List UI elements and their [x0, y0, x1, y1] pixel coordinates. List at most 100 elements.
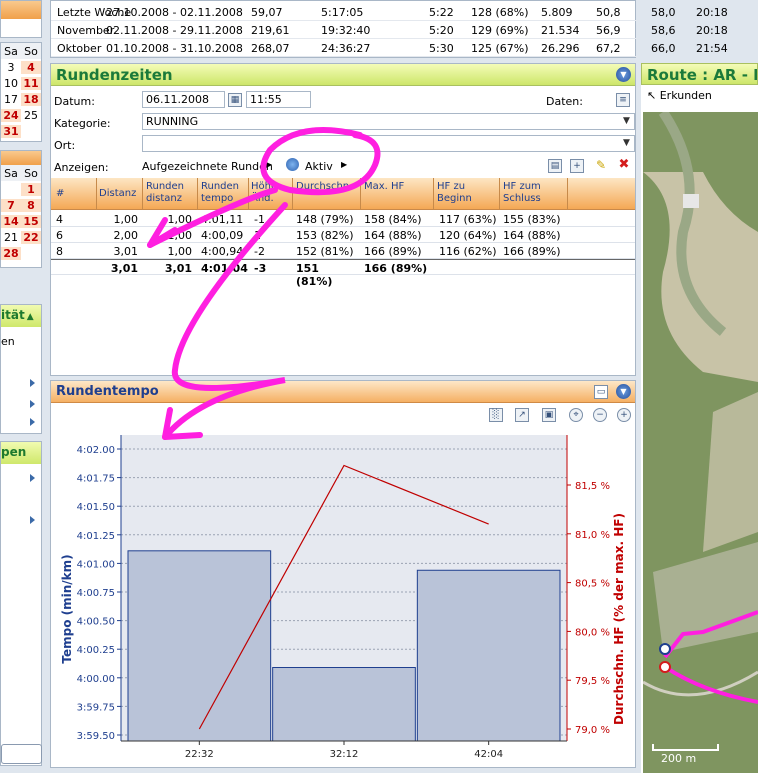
y-tick-label: 4:02.00: [77, 445, 115, 456]
calendar-day[interactable]: 10: [1, 77, 21, 90]
calendar-day[interactable]: 4: [21, 60, 41, 74]
calendar-day[interactable]: 15: [21, 214, 41, 228]
lap-cell: 164 (88%): [364, 229, 422, 242]
category-dropdown[interactable]: RUNNING: [142, 113, 635, 130]
activity-panel: ität ▲ en: [0, 304, 42, 434]
panel-menu-icon[interactable]: ▼: [616, 67, 631, 82]
tempo-bar[interactable]: [127, 550, 272, 742]
lap-cell: 152 (81%): [296, 245, 354, 258]
calendar-day[interactable]: 7: [1, 198, 21, 212]
lap-tempo-header: Rundentempo ▭ ▼: [51, 381, 635, 403]
expand-arrow-icon[interactable]: [30, 474, 35, 482]
anzeigen-label: Anzeigen:: [54, 161, 109, 174]
col-header[interactable]: Runden tempo: [201, 181, 245, 205]
lap-cell: 117 (63%): [439, 213, 497, 226]
calendar-day[interactable]: 11: [21, 76, 41, 90]
summary-cell-dist: 219,61: [251, 24, 290, 37]
y-tick-label: 4:00.00: [77, 674, 115, 685]
col-header[interactable]: HF zu Beginn: [437, 181, 493, 205]
route-start-marker[interactable]: [659, 643, 671, 655]
recorded-laps-selector[interactable]: Aufgezeichnete Runden: [142, 160, 273, 173]
lap-row[interactable]: 8 3,01 1,00 4:00,94 -2 152 (81%) 166 (89%) 116 …: [51, 243, 635, 259]
col-header[interactable]: Max. HF: [364, 181, 426, 193]
expand-arrow-icon[interactable]: [30, 400, 35, 408]
y2-axis-label: Durchschn. HF (% der max. HF): [612, 513, 626, 725]
col-header[interactable]: HF zum Schluss: [503, 181, 563, 205]
zoom-out-icon[interactable]: −: [593, 408, 607, 422]
grid-toggle-icon[interactable]: ░: [489, 408, 503, 422]
y2-tick-label: 80,5 %: [575, 579, 610, 590]
col-header[interactable]: Runden distanz: [146, 181, 194, 205]
explore-label: Erkunden: [659, 89, 712, 102]
active-selector[interactable]: Aktiv: [305, 160, 333, 173]
chevron-down-icon[interactable]: ▼: [619, 114, 634, 129]
satellite-map[interactable]: 200 m: [643, 112, 758, 773]
breadcrumb-arrow-icon: ▶: [341, 160, 348, 169]
summary-table: Letzte Woche 27.10.2008 - 02.11.2008 59,07…: [50, 0, 728, 58]
panel-menu-icon[interactable]: ▼: [616, 384, 631, 399]
activity-panel-header[interactable]: ität ▲: [1, 305, 41, 327]
route-end-marker[interactable]: [659, 661, 671, 673]
summary-cell-hf: 125 (67%): [471, 42, 529, 55]
activity-item[interactable]: en: [1, 327, 41, 348]
calendar-day[interactable]: 24: [1, 108, 21, 122]
window-icon[interactable]: ▭: [594, 385, 608, 399]
tempo-bar[interactable]: [272, 667, 416, 742]
expand-arrow-icon[interactable]: [30, 418, 35, 426]
calendar-day[interactable]: 3: [1, 61, 21, 74]
calendar-day[interactable]: 25: [21, 109, 41, 122]
chevron-down-icon[interactable]: ▼: [619, 136, 634, 151]
calendar-day[interactable]: 14: [1, 214, 21, 228]
summary-total-row[interactable]: 3,01 3,01 4:01,04 -3 151 (81%) 166 (89%): [51, 259, 635, 288]
summary-row[interactable]: Letzte Woche 27.10.2008 - 02.11.2008 59,07…: [51, 4, 728, 21]
scale-label: 200 m: [661, 752, 696, 765]
groups-panel-title[interactable]: pen: [1, 442, 41, 464]
weekday-sa: Sa: [4, 44, 18, 58]
fit-view-icon[interactable]: ⌖: [569, 408, 583, 422]
left-search-field[interactable]: [1, 744, 42, 764]
explore-button[interactable]: ↖ Erkunden: [647, 89, 712, 102]
chart-type-icon[interactable]: ↗: [515, 408, 529, 422]
expand-arrow-icon[interactable]: [30, 516, 35, 524]
delete-icon[interactable]: ✖: [617, 158, 631, 173]
calendar-day[interactable]: 8: [21, 198, 41, 212]
lap-row[interactable]: 4 1,00 1,00 4:01,11 -1 148 (79%) 158 (84%) 117 …: [51, 211, 635, 227]
y-tick-label: 4:01.75: [77, 474, 115, 485]
calendar-day[interactable]: 28: [1, 246, 21, 260]
summary-cell-cal: 21.534: [541, 24, 580, 37]
map-imagery: 200 m: [643, 112, 758, 773]
summary-cell-cal: 26.296: [541, 42, 580, 55]
calendar-day[interactable]: 31: [1, 124, 21, 138]
calendar-day[interactable]: 22: [21, 230, 41, 244]
add-icon[interactable]: +: [570, 159, 584, 173]
summary-row[interactable]: November 02.11.2008 - 29.11.2008 219,61 19:…: [51, 22, 728, 39]
summary-row[interactable]: Oktober 01.10.2008 - 31.10.2008 268,07 24:3…: [51, 40, 728, 57]
lap-row[interactable]: 6 2,00 1,00 4:00,09 1 153 (82%) 164 (88%) 120 (…: [51, 227, 635, 243]
calendar-day[interactable]: 1: [21, 182, 41, 196]
zoom-in-icon[interactable]: +: [617, 408, 631, 422]
save-icon[interactable]: ▣: [542, 408, 556, 422]
collapse-icon[interactable]: ▲: [27, 312, 34, 322]
location-dropdown[interactable]: [142, 135, 635, 152]
col-header[interactable]: #: [56, 188, 64, 200]
kategorie-label: Kategorie:: [54, 117, 111, 130]
data-menu-icon[interactable]: ≡: [616, 93, 630, 107]
date-field[interactable]: 06.11.2008: [142, 91, 225, 108]
col-header[interactable]: Durchschn.: [296, 181, 358, 193]
summary-cell-range: 27.10.2008 - 02.11.2008: [106, 6, 243, 19]
lap-cell: 3,01: [110, 262, 138, 275]
calendar-icon[interactable]: ▦: [228, 93, 242, 107]
calendar-day[interactable]: 21: [1, 231, 21, 244]
edit-icon[interactable]: ✎: [594, 159, 608, 173]
x-tick-label: 22:32: [185, 749, 214, 760]
y-tick-label: 3:59.50: [77, 731, 115, 742]
col-header[interactable]: Höhe Änd.: [251, 181, 289, 205]
summary-cell-pace: 5:20: [429, 24, 454, 37]
calendar-day[interactable]: 17: [1, 93, 21, 106]
col-header[interactable]: Distanz: [99, 188, 139, 200]
calendar-day[interactable]: 18: [21, 92, 41, 106]
calculator-icon[interactable]: ▤: [548, 159, 562, 173]
tempo-bar[interactable]: [416, 569, 561, 742]
expand-arrow-icon[interactable]: [30, 379, 35, 387]
time-field[interactable]: 11:55: [246, 91, 311, 108]
